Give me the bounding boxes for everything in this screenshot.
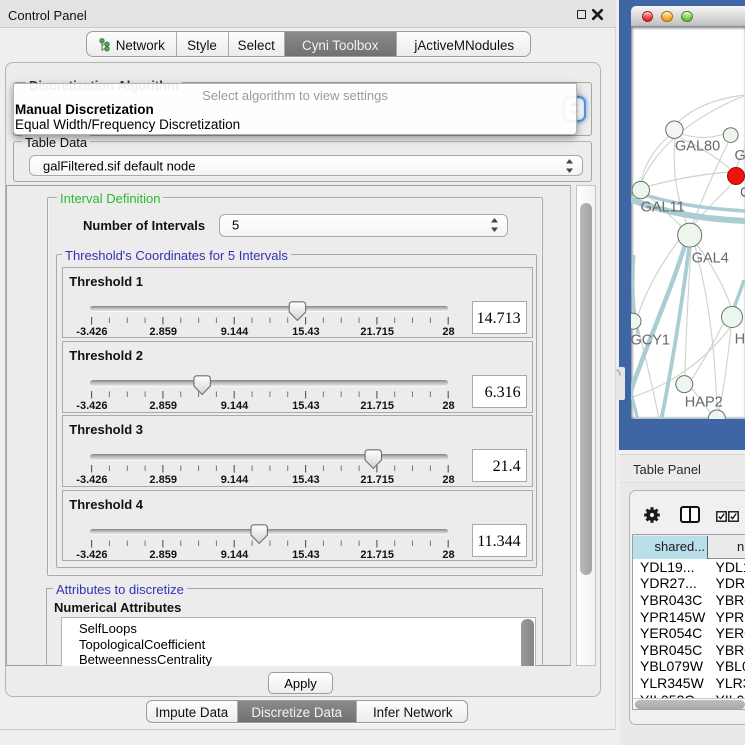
svg-text:GA: GA (735, 148, 745, 164)
svg-text:HAP2: HAP2 (685, 395, 723, 411)
svg-text:GAL80: GAL80 (675, 139, 720, 155)
svg-text:GCY1: GCY1 (631, 333, 670, 349)
svg-text:GAL11: GAL11 (641, 200, 685, 216)
svg-text:GAL4: GAL4 (692, 251, 729, 267)
svg-text:HA: HA (735, 332, 745, 348)
svg-text:CA: CA (740, 185, 745, 201)
